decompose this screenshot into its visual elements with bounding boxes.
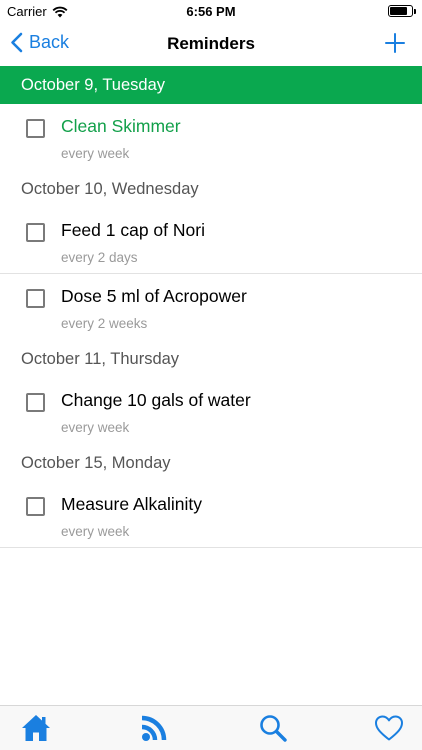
reminder-repeat: every week <box>61 524 130 539</box>
rss-icon[interactable] <box>140 714 170 742</box>
heart-icon[interactable] <box>374 714 404 742</box>
battery-icon <box>388 5 416 17</box>
section-header: October 11, Thursday <box>21 349 180 368</box>
reminder-repeat: every 2 weeks <box>61 316 148 331</box>
reminder-row[interactable]: Change 10 gals of water every week <box>0 378 422 444</box>
page-title: Reminders <box>167 34 255 53</box>
status-time: 6:56 PM <box>186 4 236 19</box>
reminder-title: Feed 1 cap of Nori <box>61 220 205 240</box>
search-icon[interactable] <box>258 714 288 742</box>
reminder-repeat: every 2 days <box>61 250 138 265</box>
section-header: October 10, Wednesday <box>21 179 199 198</box>
reminder-row[interactable]: Measure Alkalinity every week <box>0 482 422 548</box>
reminder-list: October 9, Tuesday Clean Skimmer every w… <box>0 66 422 548</box>
add-reminder-button[interactable] <box>384 32 406 54</box>
reminder-repeat: every week <box>61 146 130 161</box>
nav-bar: Back Reminders <box>0 22 422 66</box>
status-bar: Carrier 6:56 PM <box>0 0 422 22</box>
reminder-row[interactable]: Dose 5 ml of Acropower every 2 weeks <box>0 274 422 340</box>
reminder-checkbox[interactable] <box>26 223 45 242</box>
reminder-title: Change 10 gals of water <box>61 390 251 410</box>
reminder-row[interactable]: Clean Skimmer every week <box>0 104 422 170</box>
reminder-title: Dose 5 ml of Acropower <box>61 286 247 306</box>
reminder-checkbox[interactable] <box>26 119 45 138</box>
tab-bar <box>0 705 422 750</box>
reminder-checkbox[interactable] <box>26 289 45 308</box>
reminder-repeat: every week <box>61 420 130 435</box>
reminder-title: Clean Skimmer <box>61 116 181 136</box>
section-header-today: October 9, Tuesday <box>0 66 422 104</box>
reminder-checkbox[interactable] <box>26 393 45 412</box>
home-icon[interactable] <box>21 714 51 742</box>
section-header: October 15, Monday <box>21 453 171 472</box>
reminder-row[interactable]: Feed 1 cap of Nori every 2 days <box>0 208 422 274</box>
reminder-checkbox[interactable] <box>26 497 45 516</box>
reminder-title: Measure Alkalinity <box>61 494 203 514</box>
